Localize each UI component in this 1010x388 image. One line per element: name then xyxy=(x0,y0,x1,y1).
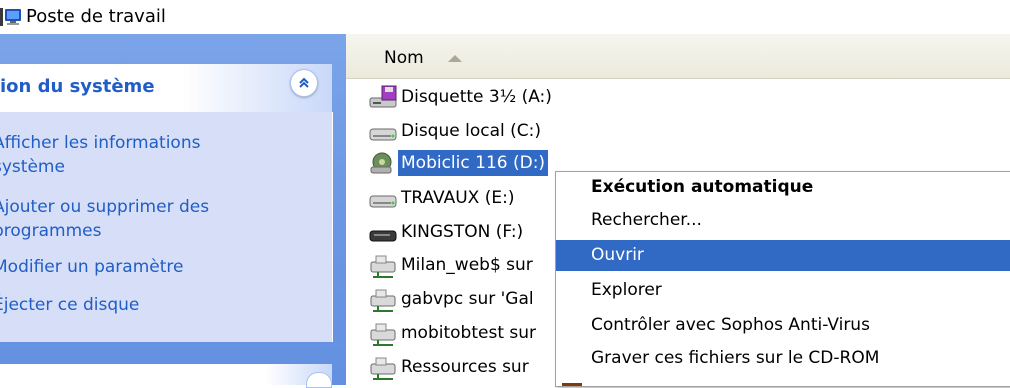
list-item-travaux[interactable]: TRAVAUX (E:) xyxy=(368,183,517,213)
task-label: Ajouter ou supprimer des xyxy=(0,197,210,217)
system-tasks-header[interactable]: ion du système xyxy=(0,64,332,112)
menu-item-open[interactable]: Ouvrir xyxy=(556,240,1010,271)
item-label: Disque local (C:) xyxy=(401,121,541,141)
item-label: Mobiclic 116 (D:) xyxy=(398,150,549,176)
task-modify-setting[interactable]: Modifier un paramètre xyxy=(0,255,183,279)
menu-item-label: Graver ces fichiers sur le CD-ROM xyxy=(591,348,880,368)
network-drive-icon xyxy=(368,320,398,346)
menu-item-partial[interactable] xyxy=(556,375,1010,386)
sort-ascending-icon xyxy=(448,55,462,62)
task-label: système xyxy=(0,157,65,177)
computer-icon xyxy=(0,8,21,26)
hard-disk-icon xyxy=(368,118,398,144)
list-item-network-drive[interactable]: Milan_web$ sur xyxy=(368,250,536,280)
collapse-button[interactable] xyxy=(290,69,318,97)
list-item-network-drive[interactable]: Ressources sur xyxy=(368,352,532,382)
section-title: ion du système xyxy=(0,76,155,97)
next-section-header[interactable] xyxy=(0,364,332,385)
menu-item-burn-cd[interactable]: Graver ces fichiers sur le CD-ROM xyxy=(556,343,1010,374)
menu-item-label: Exécution automatique xyxy=(591,177,814,197)
task-eject-disk[interactable]: Éjecter ce disque xyxy=(0,293,139,317)
menu-item-explore[interactable]: Explorer xyxy=(556,275,1010,306)
menu-item-label: Rechercher... xyxy=(591,210,702,230)
expand-button[interactable] xyxy=(306,372,332,388)
menu-item-label: Explorer xyxy=(591,280,662,300)
item-label: TRAVAUX (E:) xyxy=(401,188,515,208)
column-name-label: Nom xyxy=(384,48,424,68)
menu-item-search[interactable]: Rechercher... xyxy=(556,205,1010,236)
window-title: Poste de travail xyxy=(26,6,166,27)
task-pane: ion du système Afficher les informations… xyxy=(0,34,346,388)
task-label: Éjecter ce disque xyxy=(0,295,140,315)
list-item-network-drive[interactable]: mobitobtest sur xyxy=(368,318,539,348)
hard-disk-icon xyxy=(368,185,398,211)
network-drive-icon xyxy=(368,286,398,312)
list-item-cd-drive[interactable]: Mobiclic 116 (D:) xyxy=(368,148,549,178)
item-label: KINGSTON (F:) xyxy=(401,222,524,242)
task-label: programmes xyxy=(0,221,102,241)
item-label: mobitobtest sur xyxy=(401,323,537,343)
list-item-local-disk[interactable]: Disque local (C:) xyxy=(368,116,544,146)
removable-disk-icon xyxy=(368,219,398,245)
task-label: Afficher les informations xyxy=(0,133,201,153)
floppy-drive-icon xyxy=(368,84,398,110)
task-label: Modifier un paramètre xyxy=(0,257,184,277)
item-label: gabvpc sur 'Gal xyxy=(401,289,534,309)
column-header-name[interactable]: Nom xyxy=(346,34,1010,79)
menu-item-label: Contrôler avec Sophos Anti-Virus xyxy=(591,315,870,335)
system-tasks-list: Afficher les informations système Ajoute… xyxy=(0,112,333,342)
item-label: Disquette 3½ (A:) xyxy=(401,87,552,107)
title-bar: Poste de travail xyxy=(0,0,1010,34)
menu-item-autoplay[interactable]: Exécution automatique xyxy=(556,172,1010,203)
network-drive-icon xyxy=(368,354,398,380)
item-label: Milan_web$ sur xyxy=(401,255,533,275)
menu-item-sophos-scan[interactable]: Contrôler avec Sophos Anti-Virus xyxy=(556,310,1010,341)
menu-item-label: Ouvrir xyxy=(591,245,644,265)
context-menu: Exécution automatique Rechercher... Ouvr… xyxy=(555,171,1010,387)
list-item-floppy[interactable]: Disquette 3½ (A:) xyxy=(368,82,555,112)
double-chevron-up-icon xyxy=(299,77,309,88)
network-drive-icon xyxy=(368,252,398,278)
task-add-remove-programs[interactable]: Ajouter ou supprimer des programmes xyxy=(0,195,209,243)
item-label: Ressources sur xyxy=(401,357,529,377)
task-show-system-info[interactable]: Afficher les informations système xyxy=(0,131,200,179)
list-item-kingston[interactable]: KINGSTON (F:) xyxy=(368,217,526,247)
cd-drive-icon xyxy=(368,150,398,176)
list-item-network-drive[interactable]: gabvpc sur 'Gal xyxy=(368,284,537,314)
